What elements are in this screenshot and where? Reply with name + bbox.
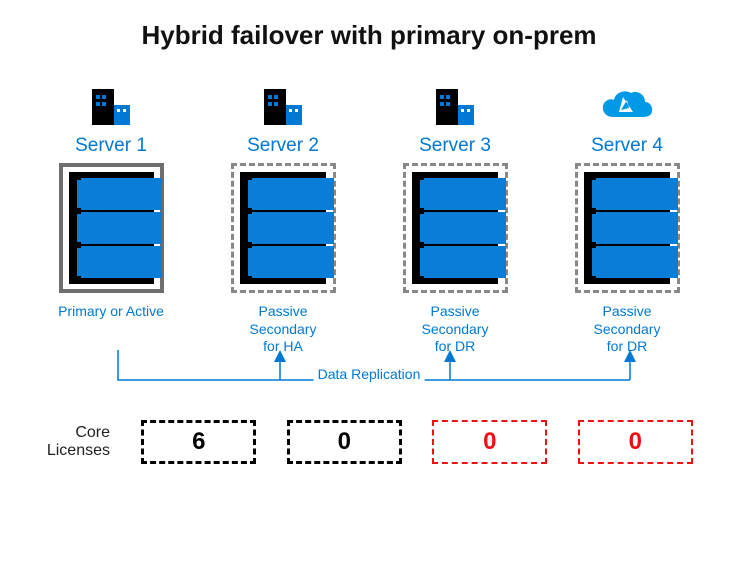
license-box-2: 0	[287, 420, 402, 464]
licenses-row: CoreLicenses 6 0 0 0	[30, 420, 708, 464]
chip-icon	[248, 214, 280, 242]
licenses-row-label: CoreLicenses	[30, 424, 110, 459]
chip-icon	[458, 180, 490, 208]
servers-row: Server 1 Primary or Active Server 2	[30, 79, 708, 356]
server-name-3: Server 3	[419, 135, 491, 157]
server-name-1: Server 1	[75, 135, 147, 157]
chip-icon	[248, 180, 280, 208]
role-label-1: Primary or Active	[58, 303, 164, 355]
chip-icon	[420, 214, 452, 242]
cpu-box-4	[575, 163, 680, 293]
cpu-box-2	[231, 163, 336, 293]
building-icon	[90, 79, 132, 127]
chip-icon	[77, 214, 109, 242]
chip-icon	[630, 180, 662, 208]
license-box-4: 0	[578, 420, 693, 464]
chip-icon	[114, 248, 146, 276]
server-name-2: Server 2	[247, 135, 319, 157]
chip-icon	[592, 214, 624, 242]
chip-icon	[286, 214, 318, 242]
server-column-2: Server 2 PassiveSecondaryfor HA	[208, 79, 358, 356]
chip-icon	[248, 248, 280, 276]
chip-icon	[420, 180, 452, 208]
building-icon	[262, 79, 304, 127]
chip-icon	[592, 180, 624, 208]
chip-icon	[420, 248, 452, 276]
chip-icon	[77, 248, 109, 276]
chip-icon	[286, 248, 318, 276]
chip-icon	[114, 180, 146, 208]
role-label-2: PassiveSecondaryfor HA	[250, 303, 317, 356]
chip-icon	[114, 214, 146, 242]
role-label-3: PassiveSecondaryfor DR	[422, 303, 489, 356]
replication-arrows: Data Replication	[30, 350, 708, 400]
building-icon	[434, 79, 476, 127]
cpu-box-1	[59, 163, 164, 293]
server-column-3: Server 3 PassiveSecondaryfor DR	[380, 79, 530, 356]
license-box-1: 6	[141, 420, 256, 464]
server-column-4: Server 4 PassiveSecondaryfor DR	[552, 79, 702, 356]
license-box-3: 0	[432, 420, 547, 464]
server-name-4: Server 4	[591, 135, 663, 157]
chip-icon	[630, 248, 662, 276]
diagram-title: Hybrid failover with primary on-prem	[30, 20, 708, 51]
chip-icon	[630, 214, 662, 242]
chip-icon	[77, 180, 109, 208]
cloud-icon	[599, 79, 655, 127]
replication-label: Data Replication	[314, 366, 425, 382]
chip-icon	[458, 214, 490, 242]
role-label-4: PassiveSecondaryfor DR	[594, 303, 661, 356]
chip-icon	[592, 248, 624, 276]
cpu-box-3	[403, 163, 508, 293]
chip-icon	[286, 180, 318, 208]
server-column-1: Server 1 Primary or Active	[36, 79, 186, 355]
chip-icon	[458, 248, 490, 276]
